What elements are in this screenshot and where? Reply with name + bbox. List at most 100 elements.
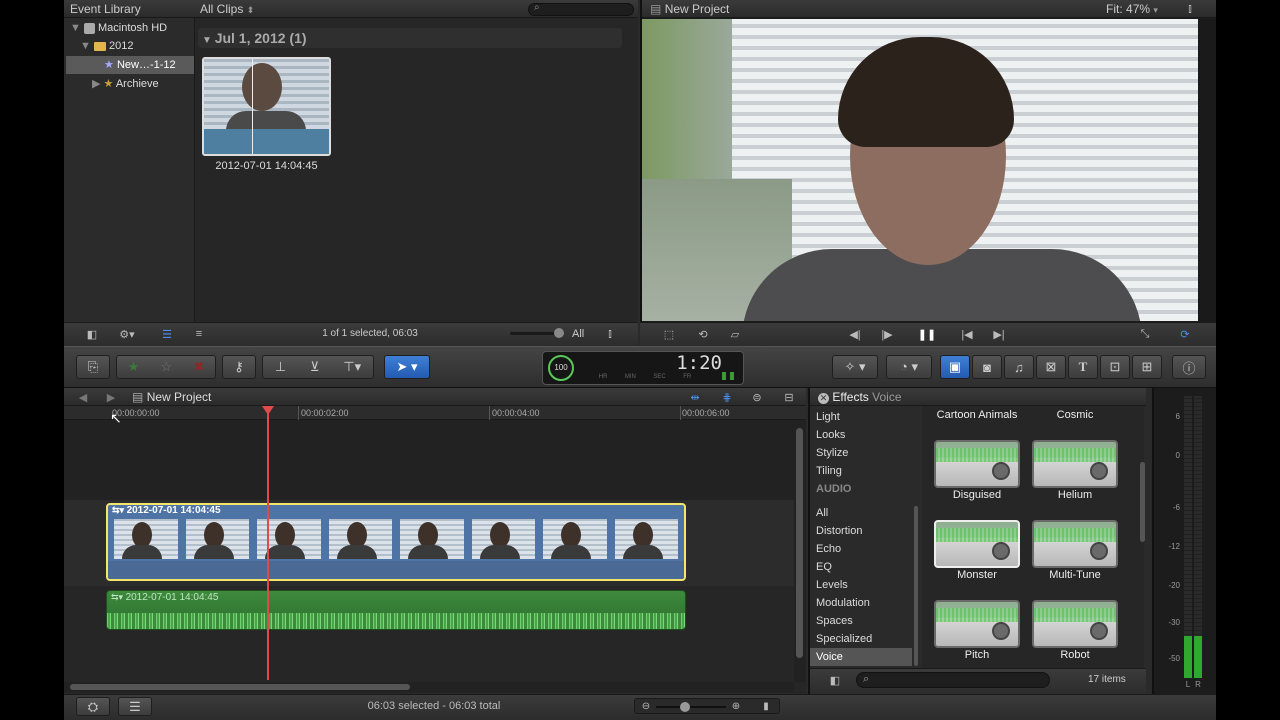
audio-skimming-icon[interactable]: ⋕ [716,389,738,405]
fx-category-stylize[interactable]: Stylize [816,444,848,462]
fx-tile-robot[interactable] [1032,600,1118,648]
browser-search-field[interactable]: ⌕ [528,2,634,16]
favorite-star-icon[interactable]: ★ [128,359,140,375]
fx-tile-disguised[interactable] [934,440,1020,488]
fx-grid-scrollbar[interactable] [1140,462,1145,542]
date-group-header[interactable]: ▼ Jul 1, 2012 (1) [198,28,622,48]
timeline-horizontal-scrollbar[interactable] [64,682,794,692]
browser-selection-status: 1 of 1 selected, 06:03 [322,328,418,339]
go-to-start-icon[interactable]: |◀ [958,326,976,342]
crop-icon[interactable]: ⟲ [694,326,712,342]
fx-tile-pitch[interactable] [934,600,1020,648]
audio-toggle-icon[interactable]: ⫾ [602,326,618,342]
clip-menu-icon[interactable]: ⇆▾ [112,505,127,515]
fx-label-pitch: Pitch [964,649,990,661]
reject-icon[interactable]: ✖ [193,359,204,375]
fx-category-specialized[interactable]: Specialized [816,630,872,648]
music-browser-button[interactable]: ♫ [1004,355,1034,379]
fx-category-eq[interactable]: EQ [816,558,832,576]
zoom-out-icon[interactable]: ⊖ [640,699,652,713]
clip-filter-dropdown[interactable]: All Clips ⬍ [200,2,254,16]
go-to-end-icon[interactable]: ▶| [990,326,1008,342]
loop-icon[interactable]: ⟳ [1176,326,1194,342]
search-icon: ⌕ [534,2,540,13]
microphone-icon [992,622,1010,640]
keyword-button[interactable]: ⚷ [222,355,256,379]
unrate-star-icon[interactable]: ☆ [161,359,173,375]
audio-meter-toggle-icon[interactable]: ⫾ [1182,2,1198,16]
timeline-list-button[interactable]: ☰ [118,697,152,716]
zoom-slider-track[interactable] [656,702,726,712]
step-back-icon[interactable]: ◀| [846,326,864,342]
effects-browser-button[interactable]: ▣ [940,355,970,379]
video-clip[interactable]: ⇆▾ 2012-07-01 14:04:45 [106,503,686,581]
enhancements-button[interactable]: ✧ ▾ [832,355,878,379]
fx-category-spaces[interactable]: Spaces [816,612,853,630]
viewer-video-frame[interactable] [642,19,1198,321]
generators-browser-button[interactable]: ⊡ [1100,355,1130,379]
transform-icon[interactable]: ⬚ [660,326,678,342]
duration-all-label[interactable]: All [572,328,584,340]
fx-category-levels[interactable]: Levels [816,576,848,594]
clip-menu-icon[interactable]: ⇆▾ [111,592,126,602]
retime-button[interactable]: ◔ ▾ [886,355,932,379]
photos-browser-button[interactable]: ◙ [972,355,1002,379]
fx-category-modulation[interactable]: Modulation [816,594,870,612]
themes-browser-button[interactable]: ⊞ [1132,355,1162,379]
solo-icon[interactable]: ⊜ [748,389,766,405]
fx-category-light[interactable]: Light [816,408,840,426]
fullscreen-icon[interactable]: ⤡ [1136,326,1154,342]
rating-buttons[interactable]: ★ ☆ ✖ [116,355,216,379]
timeline-forward-icon[interactable]: ▶ [104,389,118,405]
clip-height-slider[interactable] [510,328,564,338]
video-skimming-icon[interactable]: ⇹ [686,389,704,405]
append-edit-icon[interactable]: ⊤▾ [343,359,361,375]
fx-category-distortion[interactable]: Distortion [816,522,862,540]
clip-thumbnail[interactable] [202,57,331,156]
action-gear-icon[interactable]: ⚙▾ [112,326,142,342]
fx-tile-multi-tune[interactable] [1032,520,1118,568]
step-forward-icon[interactable]: |▶ [878,326,896,342]
effects-item-count: 17 items [1088,674,1126,685]
background-task-progress[interactable]: 100 [548,355,574,381]
pause-icon[interactable]: ❚❚ [918,326,936,342]
fx-category-voice[interactable]: Voice [816,648,843,666]
fx-tile-helium[interactable] [1032,440,1118,488]
hide-categories-icon[interactable]: ◧ [826,672,844,688]
fx-category-all[interactable]: All [816,504,828,522]
snapping-icon[interactable]: ⊟ [780,389,798,405]
effects-search-field[interactable]: ⌕ [856,672,1050,688]
timeline-duration-status: 06:03 selected - 06:03 total [367,700,501,712]
timeline-back-icon[interactable]: ◀ [76,389,90,405]
timecode-display[interactable]: 1:20 [592,352,722,374]
fx-category-scrollbar[interactable] [914,506,918,666]
list-view-icon[interactable]: ≡ [190,326,208,342]
fx-category-looks[interactable]: Looks [816,426,845,444]
fx-tile-monster[interactable] [934,520,1020,568]
timeline-vertical-scrollbar[interactable] [794,420,806,682]
library-item-2012[interactable]: ▼ 2012 [80,37,134,55]
timeline-index-button[interactable]: ⛭ [76,697,110,716]
library-item-macintosh-hd[interactable]: ▼ Macintosh HD [70,19,167,37]
detached-audio-clip[interactable]: ⇆▾ 2012-07-01 14:04:45 [106,590,686,630]
library-item-new-event[interactable]: ★ New…-1-12 [66,56,194,74]
show-library-icon[interactable]: ◧ [84,326,100,342]
connect-edit-icon[interactable]: ⊥ [275,359,286,375]
playhead[interactable] [267,412,269,680]
select-tool-button[interactable]: ➤ ▾ [384,355,430,379]
zoom-in-icon[interactable]: ⊕ [730,699,742,713]
distort-icon[interactable]: ▱ [726,326,744,342]
inspector-button[interactable]: ⓘ [1172,355,1206,379]
close-icon[interactable]: ✕ [818,393,829,404]
transitions-browser-button[interactable]: ⊠ [1036,355,1066,379]
clip-appearance-icon[interactable]: ▮ [760,699,772,713]
fit-zoom-dropdown[interactable]: Fit: 47% ▾ [1106,2,1158,16]
library-item-archieve[interactable]: ▶ ★ Archieve [92,75,159,93]
fx-category-tiling[interactable]: Tiling [816,462,842,480]
insert-edit-icon[interactable]: ⊻ [310,359,320,375]
filmstrip-view-icon[interactable]: ☰ [158,326,176,342]
edit-buttons[interactable]: ⊥ ⊻ ⊤▾ [262,355,374,379]
fx-category-echo[interactable]: Echo [816,540,841,558]
titles-browser-button[interactable]: T [1068,355,1098,379]
import-media-button[interactable]: ⎘ [76,355,110,379]
